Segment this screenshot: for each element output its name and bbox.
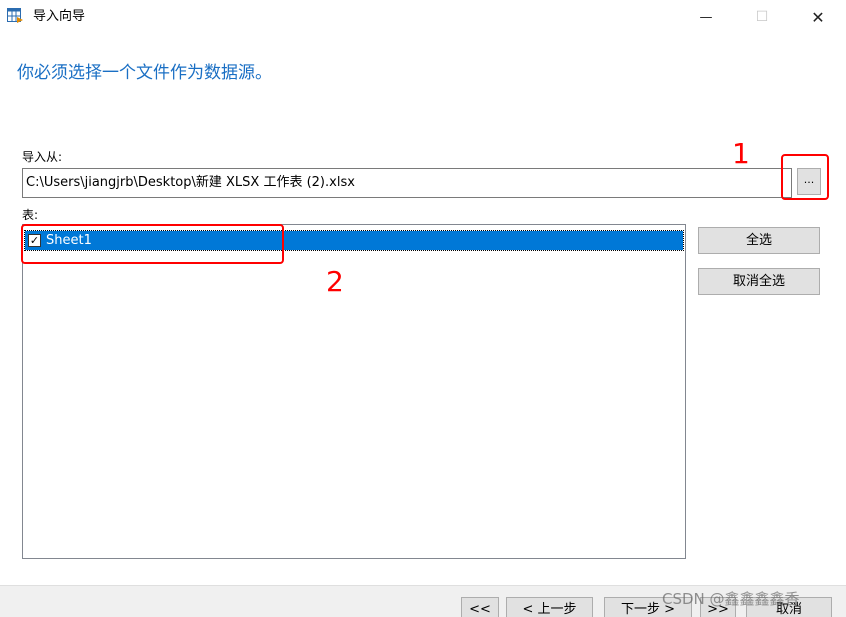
tables-list[interactable]: ✓ Sheet1 xyxy=(22,224,686,559)
minimize-icon: — xyxy=(699,9,713,25)
close-button[interactable]: ✕ xyxy=(798,4,838,30)
annotation-box-browse xyxy=(781,154,829,200)
import-path-field[interactable]: C:\Users\jiangjrb\Desktop\新建 XLSX 工作表 (2… xyxy=(22,168,792,198)
maximize-icon: ☐ xyxy=(755,9,769,25)
previous-step-button[interactable]: < 上一步 xyxy=(506,597,593,617)
window-title: 导入向导 xyxy=(33,9,86,24)
watermark: CSDN @鑫鑫鑫鑫香 xyxy=(662,590,800,608)
page-heading: 你必须选择一个文件作为数据源。 xyxy=(17,63,272,83)
minimize-button[interactable]: — xyxy=(686,4,726,30)
close-icon: ✕ xyxy=(811,7,825,27)
select-all-button[interactable]: 全选 xyxy=(698,227,820,254)
annotation-box-sheet1 xyxy=(21,224,284,264)
import-wizard-app-icon xyxy=(7,8,24,23)
annotation-number-1: 1 xyxy=(732,137,750,170)
first-step-button[interactable]: << xyxy=(461,597,499,617)
tables-label: 表: xyxy=(22,208,39,222)
deselect-all-button[interactable]: 取消全选 xyxy=(698,268,820,295)
maximize-button[interactable]: ☐ xyxy=(742,4,782,30)
annotation-number-2: 2 xyxy=(326,265,344,298)
import-from-label: 导入从: xyxy=(22,150,63,164)
